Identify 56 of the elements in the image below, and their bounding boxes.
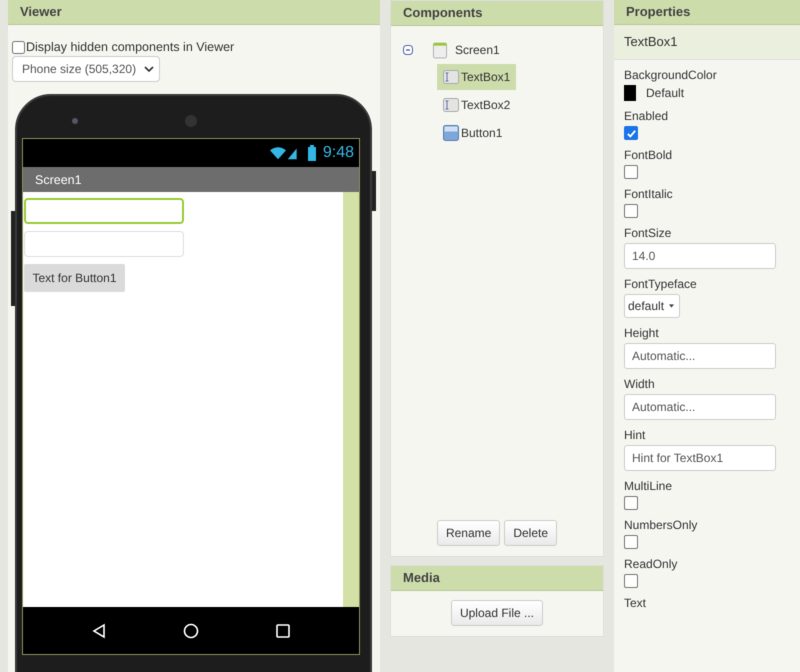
battery-icon [308,145,316,161]
property-label: BackgroundColor [624,68,717,82]
color-swatch[interactable] [624,85,636,101]
recents-icon[interactable] [275,622,291,638]
panel-header: Properties [614,0,800,25]
checkbox[interactable] [624,535,638,549]
tree-item[interactable]: TextBox2 [437,92,516,118]
status-time: 9:48 [322,144,354,162]
component-name: TextBox1 [614,25,800,60]
input-field[interactable]: Hint for TextBox1 [624,445,776,471]
tree-item[interactable]: Screen1 [453,40,502,60]
checkbox[interactable] [624,496,638,510]
checkbox[interactable] [624,165,638,179]
checkbox[interactable] [624,574,638,588]
typeface-dropdown[interactable]: default [624,294,680,318]
action-button[interactable]: Delete [504,520,558,546]
property-label: FontSize [624,226,672,240]
checkbox[interactable] [624,126,638,140]
panel-header: Media [391,566,603,591]
textbox-icon [443,70,459,84]
property-label: FontItalic [624,187,673,201]
property-label: Width [624,377,655,391]
tree-item[interactable]: Button1 [437,120,508,146]
property-label: Hint [624,428,646,442]
input-field[interactable]: 14.0 [624,243,776,269]
tree-item[interactable]: TextBox1 [437,64,516,90]
textbox-icon [443,98,459,112]
button-icon [443,125,459,141]
back-icon[interactable] [91,622,107,638]
action-button[interactable]: Rename [436,520,500,546]
property-label: Height [624,326,659,340]
checkbox[interactable] [624,204,638,218]
chevron-icon [144,66,154,72]
checkbox-label: Display hidden components in Viewer [26,40,234,54]
property-label: Text [624,596,646,610]
caret-icon [669,304,674,308]
property-label: FontBold [624,148,672,162]
property-label: FontTypeface [624,277,697,291]
home-icon[interactable] [183,622,199,638]
property-label: MultiLine [624,479,672,493]
camera-icon [72,118,78,124]
property-label: NumbersOnly [624,518,698,532]
upload-button[interactable]: Upload File ... [450,600,544,626]
phone-button[interactable]: Text for Button1 [24,264,125,292]
screen-title: Screen1 [35,172,82,186]
property-label: Enabled [624,109,668,123]
input-field[interactable]: Automatic... [624,343,776,369]
property-label: ReadOnly [624,557,678,571]
size-dropdown[interactable]: Phone size (505,320) [12,56,160,82]
color-value[interactable]: Default [646,86,684,100]
panel-header: Viewer [8,0,380,25]
collapse-toggle[interactable] [403,45,415,55]
screen-icon [433,42,447,58]
input-field[interactable]: Automatic... [624,394,776,420]
checkbox[interactable] [12,40,25,54]
panel-header: Components [391,1,603,26]
